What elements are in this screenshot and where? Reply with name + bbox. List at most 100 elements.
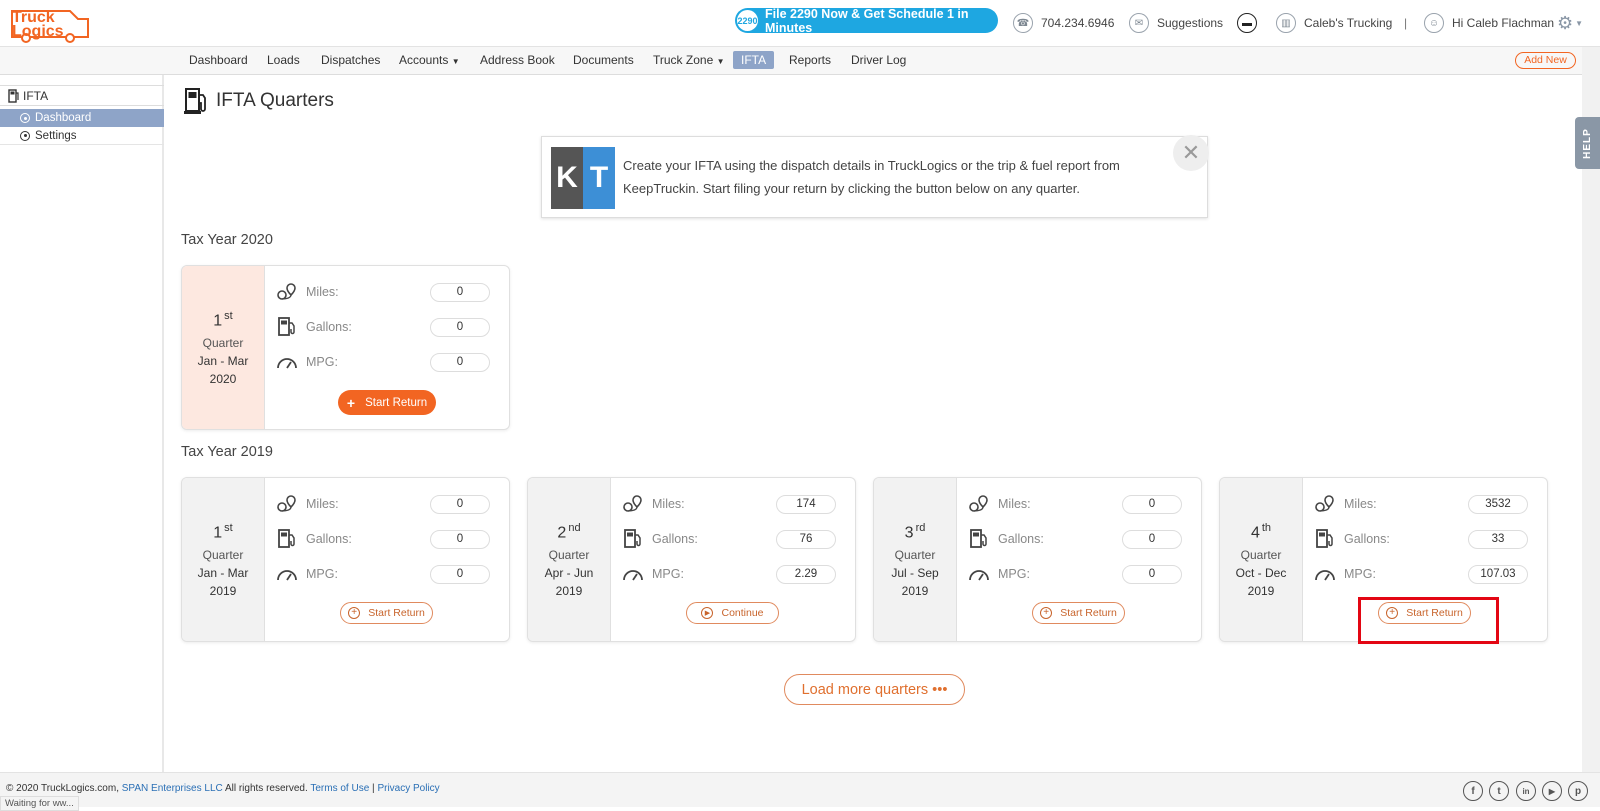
nav-dashboard[interactable]: Dashboard: [189, 53, 248, 67]
quarter-year: 2019: [555, 584, 583, 599]
mpg-label: MPG:: [1344, 567, 1376, 581]
quarter-label-panel: 2nd Quarter Apr - Jun 2019: [528, 478, 611, 641]
gallons-row: Gallons: 0: [276, 528, 502, 550]
miles-value: 174: [776, 494, 836, 514]
quarter-suffix: st: [224, 522, 233, 534]
miles-row: Miles: 0: [968, 493, 1194, 515]
gallons-row: Gallons: 33: [1314, 528, 1540, 550]
quarter-range: Jul - Sep: [891, 566, 939, 581]
terms-of-use-link[interactable]: Terms of Use: [310, 783, 369, 794]
nav-address-book[interactable]: Address Book: [480, 53, 555, 67]
twitter-icon[interactable]: t: [1489, 781, 1509, 801]
nav-documents[interactable]: Documents: [573, 53, 634, 67]
span-enterprises-link[interactable]: SPAN Enterprises LLC: [122, 783, 223, 794]
quarter-number: 4th: [1220, 522, 1302, 542]
privacy-policy-link[interactable]: Privacy Policy: [377, 783, 439, 794]
start-return-button[interactable]: + Start Return: [1032, 602, 1125, 624]
user-greeting: Hi Caleb Flachman: [1452, 16, 1555, 30]
quarter-number: 3rd: [874, 522, 956, 542]
tax-year-heading: Tax Year 2020: [181, 232, 273, 248]
quarter-range: Jan - Mar: [197, 566, 249, 581]
gallons-value: 33: [1468, 529, 1528, 549]
quarter-word: Quarter: [894, 548, 936, 563]
start-return-button[interactable]: + Start Return: [338, 390, 436, 415]
gallons-label: Gallons:: [306, 532, 352, 546]
fuel-pump-icon: [1316, 529, 1333, 548]
nav-reports[interactable]: Reports: [789, 53, 831, 67]
chat-button[interactable]: ▬: [1237, 12, 1265, 34]
load-more-quarters-button[interactable]: Load more quarters •••: [784, 674, 965, 705]
suggestions-link[interactable]: ✉ Suggestions: [1129, 12, 1223, 34]
quarter-year: 2020: [209, 372, 237, 387]
mpg-label: MPG:: [652, 567, 684, 581]
footer-copyright: © 2020 TruckLogics.com, SPAN Enterprises…: [6, 783, 440, 794]
chat-icon: ▬: [1237, 13, 1257, 33]
rights-text: All rights reserved.: [222, 783, 311, 794]
caret-down-icon: ▼: [1575, 18, 1584, 28]
mpg-value: 0: [430, 564, 490, 584]
nav-loads[interactable]: Loads: [267, 53, 300, 67]
company-link[interactable]: ▥ Caleb's Trucking: [1276, 12, 1392, 34]
file-2290-promo-button[interactable]: 2290 File 2290 Now & Get Schedule 1 in M…: [735, 7, 998, 35]
sidebar-item-dashboard[interactable]: Dashboard: [0, 109, 164, 127]
speedometer-icon: [1315, 570, 1335, 581]
quarter-num: 4: [1250, 524, 1260, 542]
miles-value: 0: [430, 282, 490, 302]
settings-gear-icon[interactable]: ⚙ ▼: [1557, 12, 1583, 34]
phone-icon: ☎: [1013, 13, 1033, 33]
nav-truck-zone[interactable]: Truck Zone ▼: [653, 53, 725, 67]
user-icon: ☺: [1424, 13, 1444, 33]
nav-accounts[interactable]: Accounts ▼: [399, 53, 460, 67]
tax-year-heading: Tax Year 2019: [181, 444, 273, 460]
trucklogics-logo[interactable]: Truck Logics: [8, 5, 92, 43]
button-label: Start Return: [1060, 607, 1117, 619]
continue-button[interactable]: ▶ Continue: [686, 602, 779, 624]
plus-circle-icon: +: [348, 607, 361, 619]
sidebar-section-ifta[interactable]: IFTA: [0, 85, 164, 106]
start-return-button[interactable]: + Start Return: [340, 602, 433, 624]
nav-dispatches[interactable]: Dispatches: [321, 53, 380, 67]
youtube-icon[interactable]: ▶: [1542, 781, 1562, 801]
sidebar-item-settings[interactable]: Settings: [0, 127, 164, 145]
kt-logo-t: T: [583, 147, 615, 209]
facebook-icon[interactable]: f: [1463, 781, 1483, 801]
pinterest-icon[interactable]: p: [1568, 781, 1588, 801]
gallons-label: Gallons:: [1344, 532, 1390, 546]
mpg-row: MPG: 0: [276, 351, 502, 373]
caret-down-icon: ▼: [451, 57, 460, 66]
main-nav: Dashboard Loads Dispatches Accounts ▼ Ad…: [0, 47, 1600, 75]
plus-circle-icon: +: [1040, 607, 1053, 619]
quarter-card: 3rd Quarter Jul - Sep 2019 Miles: 0 Gall…: [873, 477, 1202, 642]
linkedin-icon[interactable]: in: [1516, 781, 1536, 801]
quarter-card: 1st Quarter Jan - Mar 2020 Miles: 0 Gall…: [181, 265, 510, 430]
nav-ifta[interactable]: IFTA: [733, 51, 775, 69]
miles-row: Miles: 3532: [1314, 493, 1540, 515]
user-menu[interactable]: ☺ Hi Caleb Flachman: [1424, 12, 1554, 34]
mpg-row: MPG: 107.03: [1314, 563, 1540, 585]
fuel-pump-icon: [278, 317, 295, 336]
quarter-word: Quarter: [202, 548, 244, 563]
mpg-label: MPG:: [998, 567, 1030, 581]
quarter-label-panel: 1st Quarter Jan - Mar 2020: [182, 266, 265, 429]
fuel-pump-icon: [184, 88, 206, 114]
kt-logo-k: K: [551, 147, 583, 209]
mpg-row: MPG: 0: [968, 563, 1194, 585]
nav-driver-log[interactable]: Driver Log: [851, 53, 906, 67]
add-new-button[interactable]: Add New: [1515, 52, 1576, 69]
mpg-value: 2.29: [776, 564, 836, 584]
quarter-suffix: nd: [568, 522, 581, 534]
fuel-pump-icon: [278, 529, 295, 548]
quarter-word: Quarter: [202, 336, 244, 351]
sidebar-section-label: IFTA: [23, 88, 49, 103]
quarter-word: Quarter: [1240, 548, 1282, 563]
gallons-value: 0: [430, 529, 490, 549]
quarter-range: Jan - Mar: [197, 354, 249, 369]
company-name: Caleb's Trucking: [1304, 16, 1393, 30]
close-icon[interactable]: ✕: [1173, 135, 1209, 171]
quarter-range: Oct - Dec: [1235, 566, 1287, 581]
play-circle-icon: ▶: [701, 607, 714, 619]
mpg-value: 0: [1122, 564, 1182, 584]
gallons-row: Gallons: 0: [968, 528, 1194, 550]
phone-link[interactable]: ☎ 704.234.6946: [1013, 12, 1114, 34]
help-tab[interactable]: HELP: [1575, 117, 1600, 169]
